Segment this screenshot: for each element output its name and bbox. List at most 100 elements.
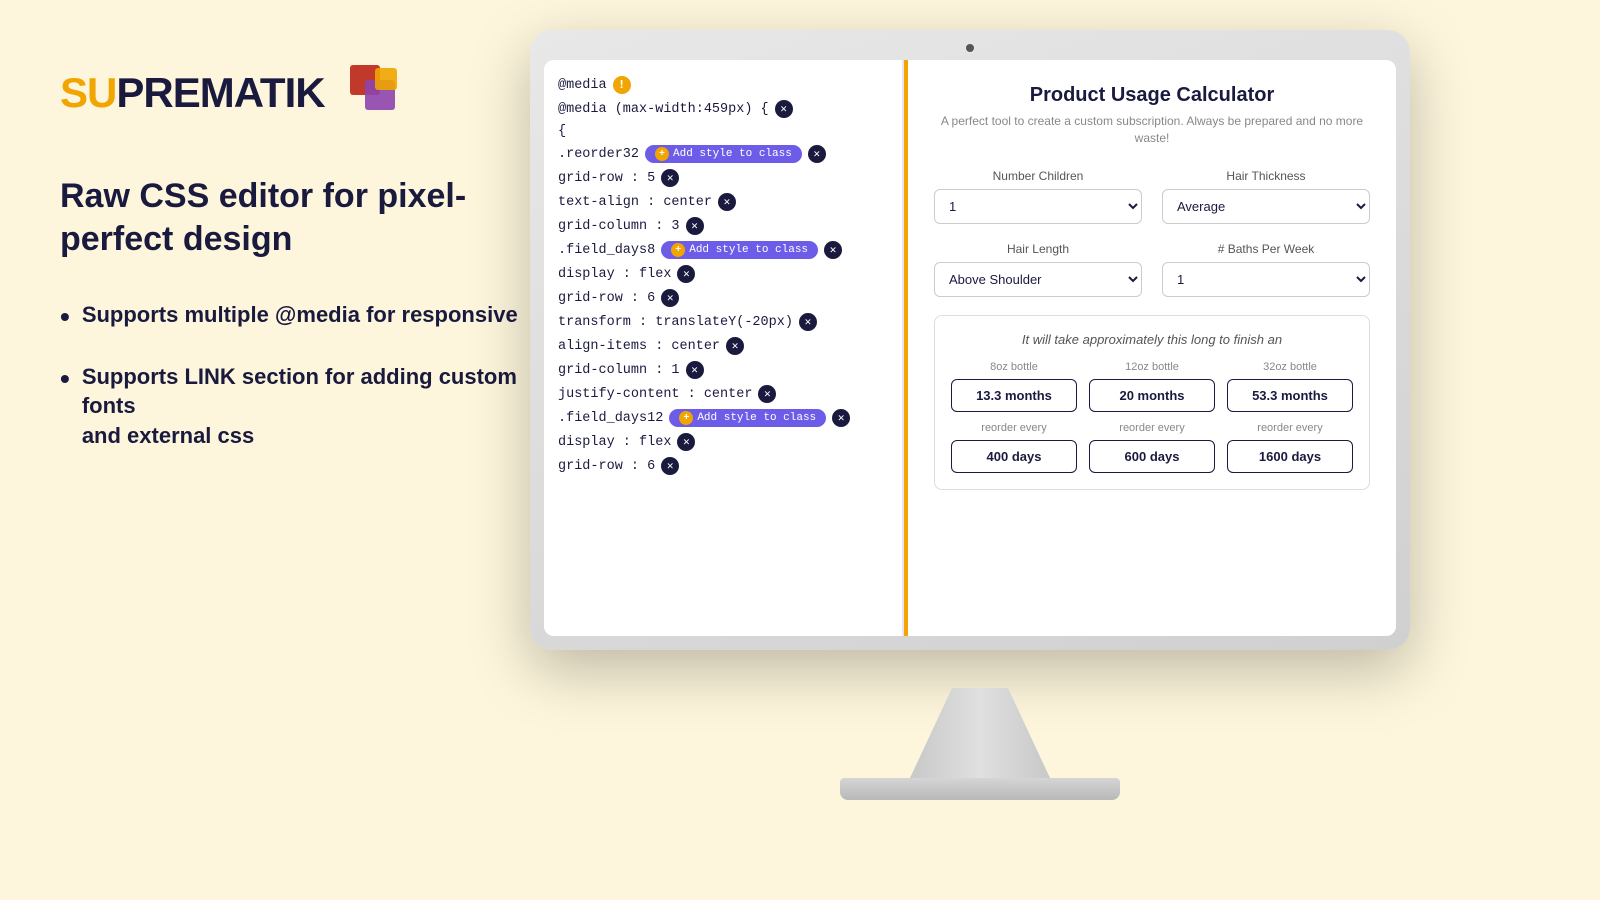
css-editor-panel: @media ! @media (max-width:459px) { ✕ { …	[544, 60, 904, 636]
reorder-labels-row: reorder every reorder every reorder ever…	[951, 422, 1353, 434]
css-line-align-items: align-items : center ✕	[558, 337, 888, 355]
days-8oz: 400 days	[951, 440, 1077, 473]
months-8oz: 13.3 months	[951, 379, 1077, 412]
css-line-media-query: @media (max-width:459px) { ✕	[558, 100, 888, 118]
monitor-stand	[840, 688, 1120, 800]
reorder-label-32oz: reorder every	[1227, 422, 1353, 434]
close-display-flex-2-icon[interactable]: ✕	[677, 433, 695, 451]
css-line-justify-content: justify-content : center ✕	[558, 385, 888, 403]
baths-per-week-label: # Baths Per Week	[1162, 242, 1370, 256]
css-align-items-text: align-items : center	[558, 339, 720, 354]
css-field-days12-text: .field_days12	[558, 411, 663, 426]
number-children-label: Number Children	[934, 169, 1142, 183]
css-line-field-days8: .field_days8 + Add style to class ✕	[558, 241, 888, 259]
hair-length-group: Hair Length Short Above Shoulder Below S…	[934, 242, 1142, 297]
day-values-row: 400 days 600 days 1600 days	[951, 440, 1353, 473]
add-style-label-2: Add style to class	[689, 244, 808, 256]
main-headline: Raw CSS editor for pixel-perfect design	[60, 175, 540, 260]
css-line-transform: transform : translateY(-20px) ✕	[558, 313, 888, 331]
month-values-row: 13.3 months 20 months 53.3 months	[951, 379, 1353, 412]
bottle-labels-row: 8oz bottle 12oz bottle 32oz bottle	[951, 361, 1353, 373]
results-box: It will take approximately this long to …	[934, 315, 1370, 490]
css-line-grid-column-3: grid-column : 3 ✕	[558, 217, 888, 235]
left-panel: SUPREMATIK Raw CSS editor for pixel-perf…	[60, 60, 540, 451]
baths-per-week-select[interactable]: 1 2 3	[1162, 262, 1370, 297]
css-justify-content-text: justify-content : center	[558, 387, 752, 402]
css-brace-text: {	[558, 124, 566, 139]
plus-icon-3: +	[679, 411, 693, 425]
css-grid-row-6b-text: grid-row : 6	[558, 459, 655, 474]
add-style-field-days8-button[interactable]: + Add style to class	[661, 241, 818, 259]
brand-logo-icon	[345, 60, 410, 125]
close-display-flex-1-icon[interactable]: ✕	[677, 265, 695, 283]
close-media-query-icon[interactable]: ✕	[775, 100, 793, 118]
css-line-grid-row-6: grid-row : 6 ✕	[558, 289, 888, 307]
feature-list: Supports multiple @media for responsive …	[60, 300, 540, 451]
css-line-grid-column-1: grid-column : 1 ✕	[558, 361, 888, 379]
css-transform-text: transform : translateY(-20px)	[558, 315, 793, 330]
add-style-label: Add style to class	[673, 148, 792, 160]
css-text-align-text: text-align : center	[558, 195, 712, 210]
form-row-bottom: Hair Length Short Above Shoulder Below S…	[934, 242, 1370, 297]
css-display-flex-1-text: display : flex	[558, 267, 671, 282]
number-children-group: Number Children 1 2 3	[934, 169, 1142, 224]
close-grid-row-6-icon[interactable]: ✕	[661, 289, 679, 307]
monitor-body: @media ! @media (max-width:459px) { ✕ { …	[530, 30, 1410, 650]
close-grid-row-5-icon[interactable]: ✕	[661, 169, 679, 187]
close-field-days8-icon[interactable]: ✕	[824, 241, 842, 259]
css-reorder32-text: .reorder32	[558, 147, 639, 162]
css-line-brace: {	[558, 124, 888, 139]
media-badge-icon: !	[613, 76, 631, 94]
hair-thickness-select[interactable]: Thin Average Thick	[1162, 189, 1370, 224]
reorder-label-12oz: reorder every	[1089, 422, 1215, 434]
results-description: It will take approximately this long to …	[951, 332, 1353, 347]
months-12oz: 20 months	[1089, 379, 1215, 412]
monitor-dot	[966, 44, 974, 52]
brand-name: SUPREMATIK	[60, 69, 325, 117]
css-grid-column-3-text: grid-column : 3	[558, 219, 680, 234]
add-style-label-3: Add style to class	[697, 412, 816, 424]
css-line-reorder32: .reorder32 + Add style to class ✕	[558, 145, 888, 163]
bottle-label-12oz: 12oz bottle	[1089, 361, 1215, 373]
days-12oz: 600 days	[1089, 440, 1215, 473]
months-32oz: 53.3 months	[1227, 379, 1353, 412]
close-reorder32-icon[interactable]: ✕	[808, 145, 826, 163]
stand-neck	[910, 688, 1050, 778]
close-justify-content-icon[interactable]: ✕	[758, 385, 776, 403]
brand-su: SU	[60, 69, 116, 116]
bottle-label-32oz: 32oz bottle	[1227, 361, 1353, 373]
bottle-label-8oz: 8oz bottle	[951, 361, 1077, 373]
plus-icon: +	[655, 147, 669, 161]
feature-item-2: Supports LINK section for adding custom …	[60, 362, 540, 451]
hair-thickness-group: Hair Thickness Thin Average Thick	[1162, 169, 1370, 224]
close-align-items-icon[interactable]: ✕	[726, 337, 744, 355]
add-style-field-days12-button[interactable]: + Add style to class	[669, 409, 826, 427]
number-children-select[interactable]: 1 2 3	[934, 189, 1142, 224]
brand: SUPREMATIK	[60, 60, 540, 125]
add-style-reorder32-button[interactable]: + Add style to class	[645, 145, 802, 163]
css-line-media: @media !	[558, 76, 888, 94]
css-line-text-align: text-align : center ✕	[558, 193, 888, 211]
plus-icon-2: +	[671, 243, 685, 257]
reorder-label-8oz: reorder every	[951, 422, 1077, 434]
form-row-top: Number Children 1 2 3 Hair Thickness Thi…	[934, 169, 1370, 224]
calculator-subtitle: A perfect tool to create a custom subscr…	[934, 113, 1370, 147]
feature-item-1: Supports multiple @media for responsive	[60, 300, 540, 334]
css-grid-row-5-text: grid-row : 5	[558, 171, 655, 186]
css-line-field-days12: .field_days12 + Add style to class ✕	[558, 409, 888, 427]
close-grid-column-3-icon[interactable]: ✕	[686, 217, 704, 235]
hair-length-select[interactable]: Short Above Shoulder Below Shoulder Long	[934, 262, 1142, 297]
brand-rest: PREMATIK	[116, 69, 324, 116]
css-line-display-flex-2: display : flex ✕	[558, 433, 888, 451]
close-grid-column-1-icon[interactable]: ✕	[686, 361, 704, 379]
close-transform-icon[interactable]: ✕	[799, 313, 817, 331]
close-grid-row-6b-icon[interactable]: ✕	[661, 457, 679, 475]
close-field-days12-icon[interactable]: ✕	[832, 409, 850, 427]
css-grid-column-1-text: grid-column : 1	[558, 363, 680, 378]
close-text-align-icon[interactable]: ✕	[718, 193, 736, 211]
calculator-panel: Product Usage Calculator A perfect tool …	[908, 60, 1396, 636]
hair-length-label: Hair Length	[934, 242, 1142, 256]
css-line-display-flex-1: display : flex ✕	[558, 265, 888, 283]
calculator-title: Product Usage Calculator	[934, 84, 1370, 107]
css-display-flex-2-text: display : flex	[558, 435, 671, 450]
